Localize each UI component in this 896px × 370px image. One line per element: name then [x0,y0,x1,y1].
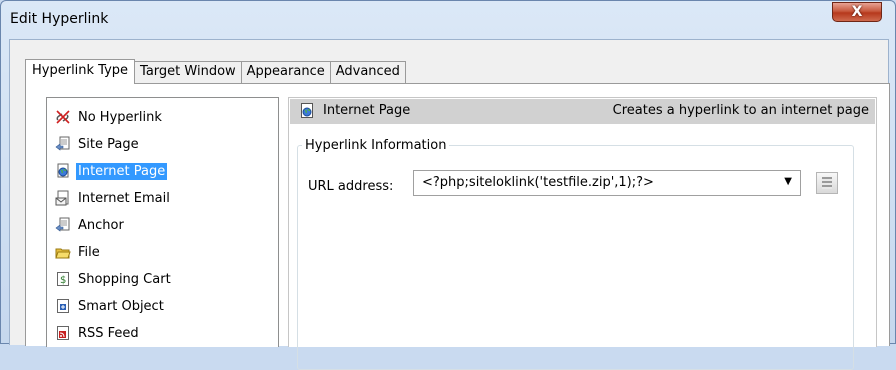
close-icon: X [851,4,863,20]
hyperlink-type-panel: No Hyperlink Site Page Internet Page Int… [25,83,890,370]
dialog-client-area: Hyperlink Type Target Window Appearance … [9,39,890,370]
hyperlink-type-list[interactable]: No Hyperlink Site Page Internet Page Int… [46,97,279,347]
tab-hyperlink-type[interactable]: Hyperlink Type [25,59,136,84]
detail-header: Internet Page Creates a hyperlink to an … [290,99,875,124]
email-icon [55,190,69,206]
site-page-icon [55,136,70,151]
internet-page-icon [57,163,69,178]
tab-appearance[interactable]: Appearance [240,61,331,83]
tab-bar: Hyperlink Type Target Window Appearance … [25,59,406,84]
list-item-no-hyperlink[interactable]: No Hyperlink [55,107,164,127]
list-item-label: Anchor [78,217,124,233]
list-item-label: Internet Page [76,162,168,180]
list-item-site-page[interactable]: Site Page [55,134,141,154]
smart-object-icon [57,299,69,313]
list-item-label: No Hyperlink [78,109,162,125]
url-address-combobox[interactable]: <?php;siteloklink('testfile.zip',1);?> ▼ [413,170,801,196]
detail-description: Creates a hyperlink to an internet page [612,103,869,118]
url-address-label: URL address: [308,179,394,194]
close-button[interactable]: X [832,2,882,22]
list-item-anchor[interactable]: Anchor [55,215,126,235]
dropdown-arrow-icon[interactable]: ▼ [784,176,792,187]
list-item-label: Site Page [78,136,139,152]
internet-page-icon [301,103,313,118]
edit-hyperlink-dialog: Edit Hyperlink X Hyperlink Type Target W… [0,0,896,370]
list-item-label: Smart Object [78,298,164,314]
list-item-smart-object[interactable]: Smart Object [55,296,166,316]
tab-advanced[interactable]: Advanced [329,61,406,83]
anchor-icon [55,217,70,232]
list-item-rss-feed[interactable]: RSS Feed [55,323,141,343]
detail-title: Internet Page [323,103,411,118]
file-icon [55,248,71,259]
list-item-file[interactable]: File [55,242,102,262]
tab-target-window[interactable]: Target Window [134,61,242,83]
list-item-label: Shopping Cart [78,271,171,287]
browse-button[interactable] [816,172,838,194]
dialog-title: Edit Hyperlink [10,11,109,27]
svg-text:$: $ [60,275,66,286]
shopping-cart-icon: $ [57,272,69,286]
list-item-shopping-cart[interactable]: $ Shopping Cart [55,269,173,289]
detail-pane: Internet Page Creates a hyperlink to an … [288,97,877,370]
list-item-internet-email[interactable]: Internet Email [55,188,172,208]
list-item-label: File [78,244,100,260]
list-item-internet-page[interactable]: Internet Page [55,161,168,181]
list-item-label: Internet Email [78,190,170,206]
group-label: Hyperlink Information [305,138,447,153]
rss-feed-icon [57,326,69,340]
list-item-label: RSS Feed [78,325,139,341]
url-address-value: <?php;siteloklink('testfile.zip',1);?> [422,175,654,190]
no-link-icon [56,110,70,124]
